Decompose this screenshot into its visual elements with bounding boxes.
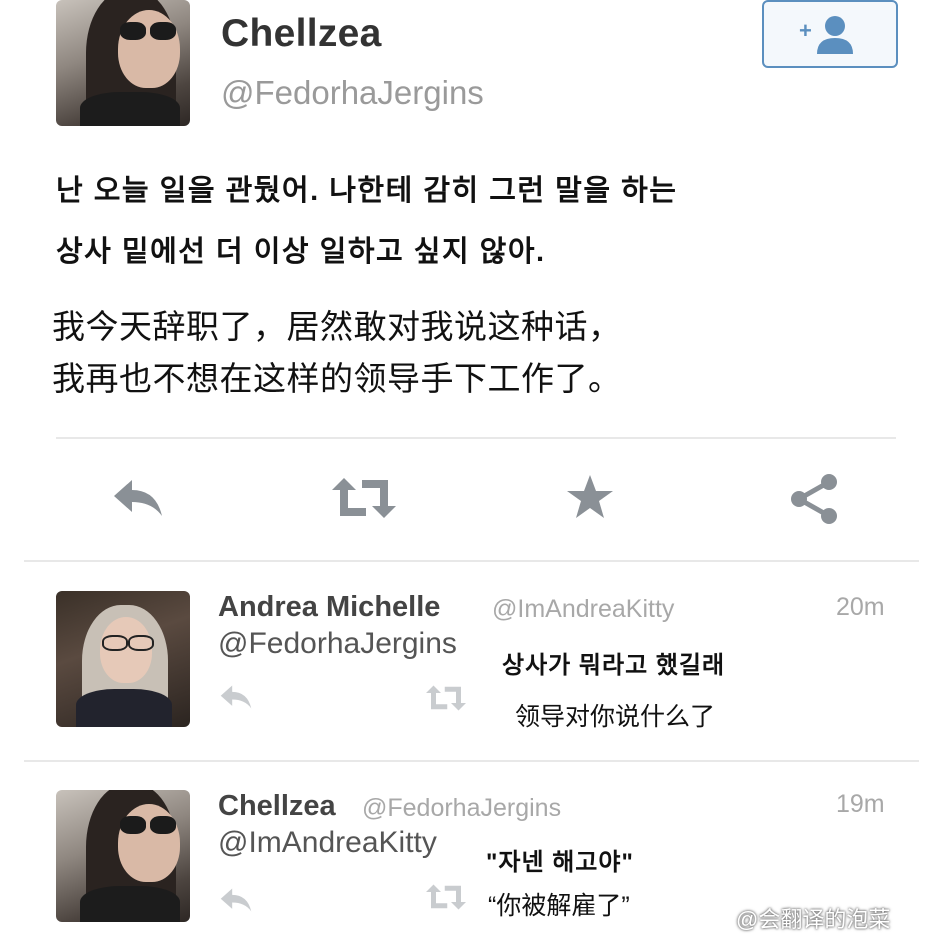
retweet-icon: [426, 685, 466, 711]
reply-text-chinese: “你被解雇了”: [488, 892, 630, 920]
reply-text-chinese: 领导对你说什么了: [515, 703, 716, 731]
retweet-icon: [426, 884, 466, 910]
reply-icon: [220, 888, 252, 912]
reply-icon: [114, 480, 162, 516]
tweet-text-korean-line-1: 난 오늘 일을 관뒀어. 나한테 감히 그런 말을 하는: [56, 175, 678, 207]
favorite-icon: [567, 475, 613, 518]
reply-item[interactable]: Andrea Michelle @ImAndreaKitty 20m @Fedo…: [0, 575, 940, 755]
reply-reply-button[interactable]: [218, 683, 254, 716]
retweet-icon: [332, 478, 396, 518]
tweet-text-chinese-line-2: 我再也不想在这样的领导手下工作了。: [52, 360, 622, 397]
svg-text:+: +: [799, 18, 812, 43]
retweet-button[interactable]: [330, 470, 398, 526]
share-icon: [791, 474, 837, 524]
reply-handle[interactable]: @ImAndreaKitty: [492, 595, 674, 624]
reply-mention[interactable]: @ImAndreaKitty: [218, 826, 437, 860]
author-display-name[interactable]: Chellzea: [221, 12, 382, 56]
tweet-divider: [56, 437, 896, 439]
reply-text-korean: 상사가 뭐라고 했길래: [502, 652, 726, 679]
add-user-icon: +: [799, 16, 853, 54]
follow-button[interactable]: +: [762, 0, 898, 68]
reply-icon: [220, 685, 252, 709]
reply-handle[interactable]: @FedorhaJergins: [362, 794, 561, 823]
section-divider: [24, 560, 919, 562]
share-button[interactable]: [784, 470, 844, 528]
reply-button[interactable]: [108, 470, 168, 526]
reply-retweet-button[interactable]: [424, 683, 468, 718]
reply-avatar[interactable]: [56, 591, 190, 727]
author-avatar[interactable]: [56, 0, 190, 126]
reply-avatar[interactable]: [56, 790, 190, 922]
tweet-text-korean-line-2: 상사 밑에선 더 이상 일하고 싶지 않아.: [56, 236, 546, 268]
reply-timestamp: 20m: [836, 593, 885, 621]
reply-timestamp: 19m: [836, 790, 885, 818]
reply-retweet-button[interactable]: [424, 882, 468, 917]
author-handle[interactable]: @FedorhaJergins: [221, 74, 484, 112]
favorite-button[interactable]: [562, 468, 618, 526]
reply-text-korean: "자넨 해고야": [486, 849, 634, 876]
reply-divider: [24, 760, 919, 762]
reply-display-name[interactable]: Andrea Michelle: [218, 591, 440, 624]
watermark: @会翻译的泡菜: [736, 907, 891, 932]
reply-display-name[interactable]: Chellzea: [218, 790, 336, 823]
reply-mention[interactable]: @FedorhaJergins: [218, 627, 457, 661]
tweet-text-chinese-line-1: 我今天辞职了，居然敢对我说这种话，: [52, 308, 622, 345]
reply-reply-button[interactable]: [218, 886, 254, 919]
